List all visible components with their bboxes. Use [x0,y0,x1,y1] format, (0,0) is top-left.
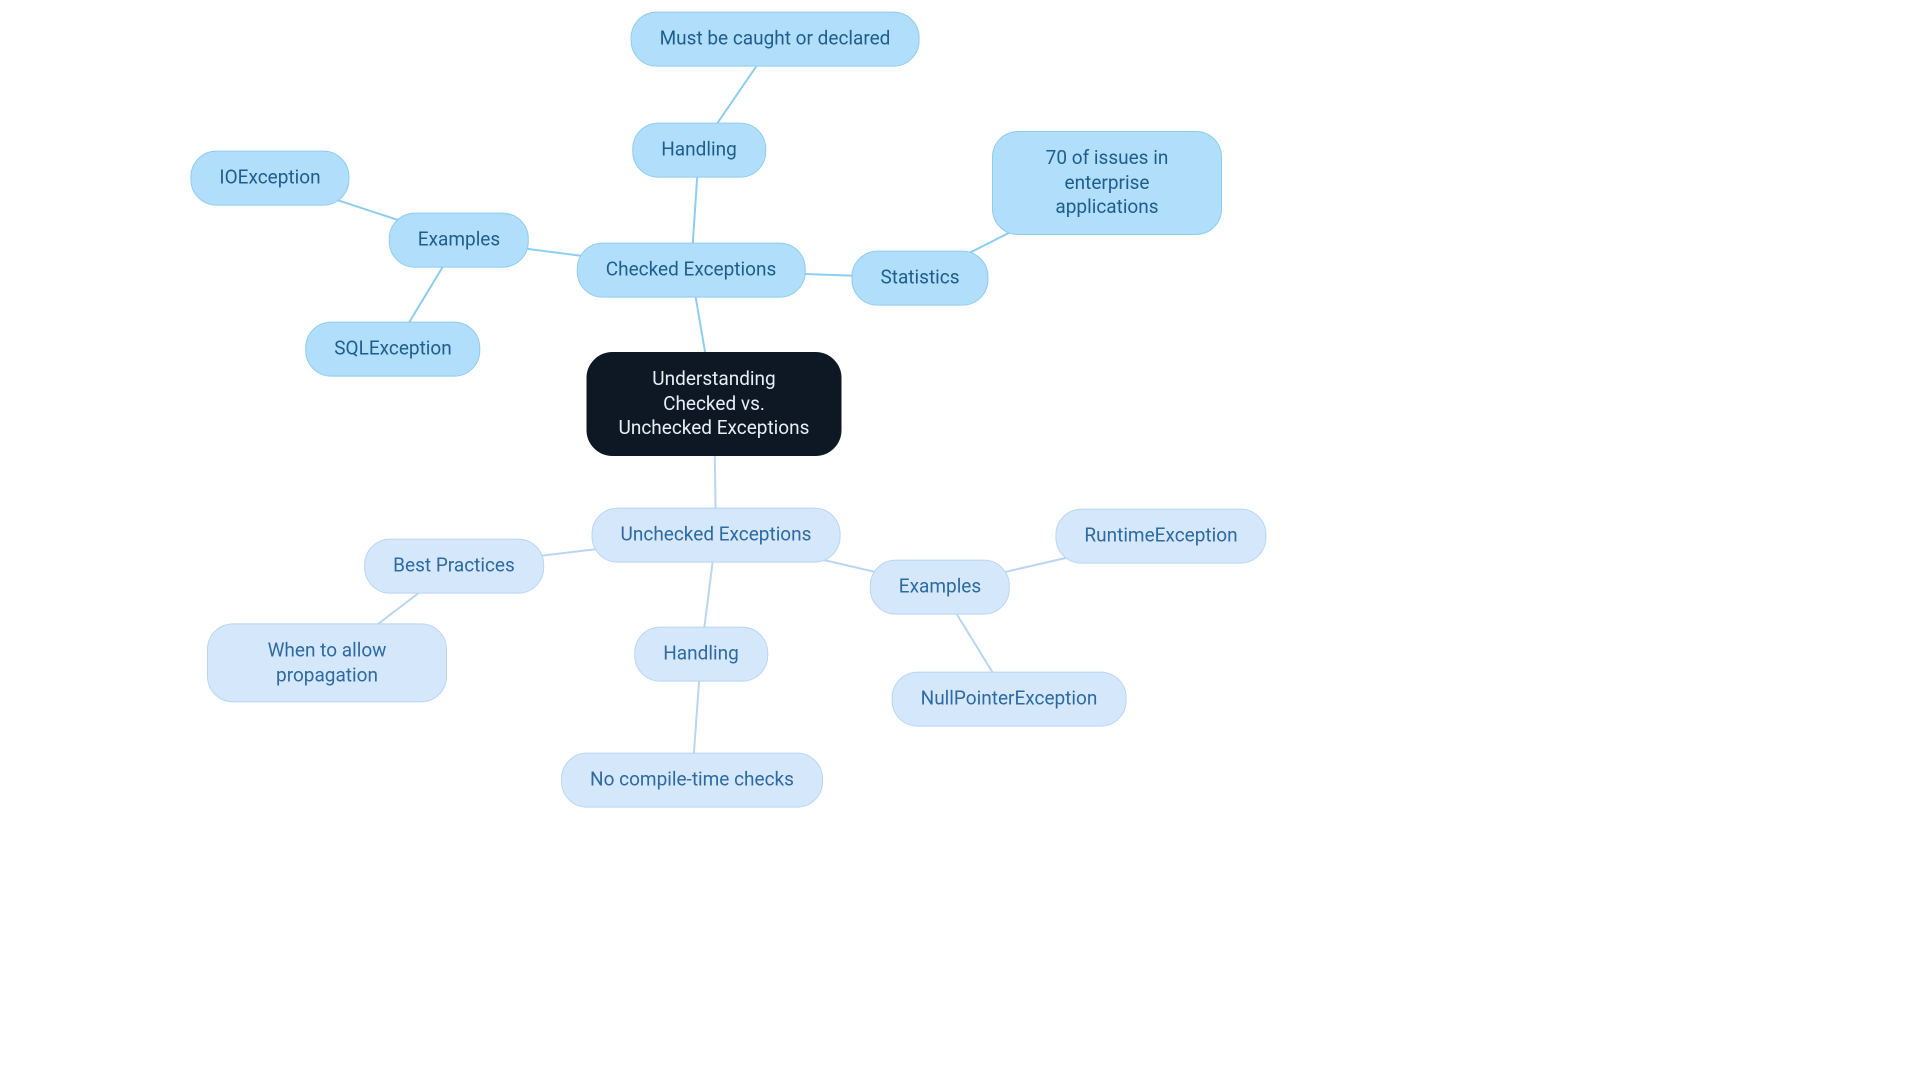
node-label: Best Practices [393,554,515,579]
node-unchecked: Unchecked Exceptions [592,508,841,563]
node-label: SQLException [334,337,451,362]
node-label: Handling [663,642,739,667]
node-c_sql: SQLException [305,322,480,377]
node-label: Unchecked Exceptions [621,523,812,548]
node-u_npe: NullPointerException [892,672,1127,727]
node-c_examples: Examples [389,213,529,268]
node-u_prop: When to allow propagation [207,623,447,702]
node-label: Examples [899,575,981,600]
node-label: IOException [219,166,320,191]
node-u_examples: Examples [870,560,1010,615]
node-checked: Checked Exceptions [577,243,806,298]
node-label: Must be caught or declared [660,27,891,52]
node-c_must: Must be caught or declared [631,12,920,67]
node-u_nocompile: No compile-time checks [561,753,823,808]
node-c_70: 70 of issues in enterprise applications [992,131,1222,235]
node-label: RuntimeException [1084,524,1237,549]
node-u_handling: Handling [634,627,768,682]
node-label: NullPointerException [921,687,1098,712]
node-root: Understanding Checked vs. Unchecked Exce… [587,352,842,456]
node-label: Understanding Checked vs. Unchecked Exce… [616,367,813,441]
node-label: When to allow propagation [236,638,418,687]
node-c_stats: Statistics [851,251,988,306]
node-label: Checked Exceptions [606,258,777,283]
node-c_io: IOException [190,151,349,206]
node-c_handling: Handling [632,123,766,178]
node-label: Statistics [880,266,959,291]
node-u_runtime: RuntimeException [1055,509,1266,564]
node-u_best: Best Practices [364,539,544,594]
node-label: 70 of issues in enterprise applications [1021,146,1193,220]
node-label: Examples [418,228,500,253]
node-label: Handling [661,138,737,163]
node-label: No compile-time checks [590,768,794,793]
